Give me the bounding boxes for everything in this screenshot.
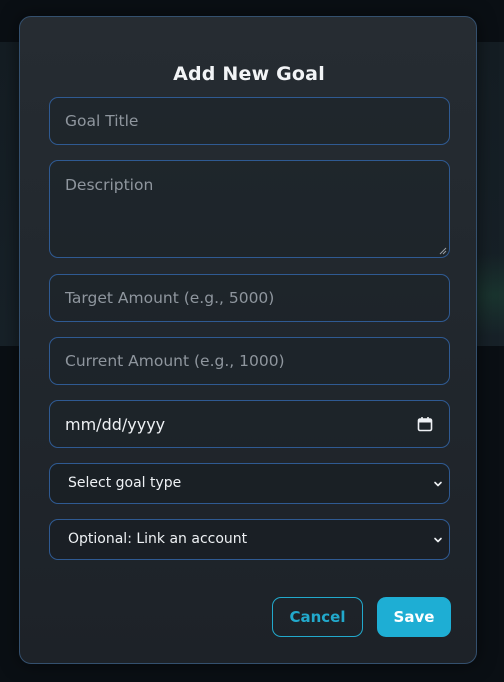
target-date-input[interactable]: mm/dd/yyyy [49,400,450,448]
description-textarea[interactable]: Description [49,160,450,258]
date-value: mm/dd/yyyy [65,415,166,434]
current-amount-placeholder: Current Amount (e.g., 1000) [65,352,285,370]
add-goal-dialog: Add New Goal Goal Title Description Targ… [19,16,477,664]
goal-title-input[interactable]: Goal Title [49,97,450,145]
goal-title-placeholder: Goal Title [65,112,139,130]
cancel-button[interactable]: Cancel [272,597,363,637]
description-placeholder: Description [65,176,154,194]
account-selected: Optional: Link an account [68,531,248,547]
chevron-down-icon [434,481,442,487]
calendar-icon[interactable] [417,416,433,432]
dialog-title: Add New Goal [173,63,325,85]
target-amount-input[interactable]: Target Amount (e.g., 5000) [49,274,450,322]
goal-type-selected: Select goal type [68,475,182,491]
chevron-down-icon [434,537,442,543]
current-amount-input[interactable]: Current Amount (e.g., 1000) [49,337,450,385]
target-amount-placeholder: Target Amount (e.g., 5000) [65,289,275,307]
link-account-select[interactable]: Optional: Link an account [49,519,450,560]
resize-handle-icon[interactable] [439,247,447,255]
goal-type-select[interactable]: Select goal type [49,463,450,504]
save-button[interactable]: Save [377,597,451,637]
